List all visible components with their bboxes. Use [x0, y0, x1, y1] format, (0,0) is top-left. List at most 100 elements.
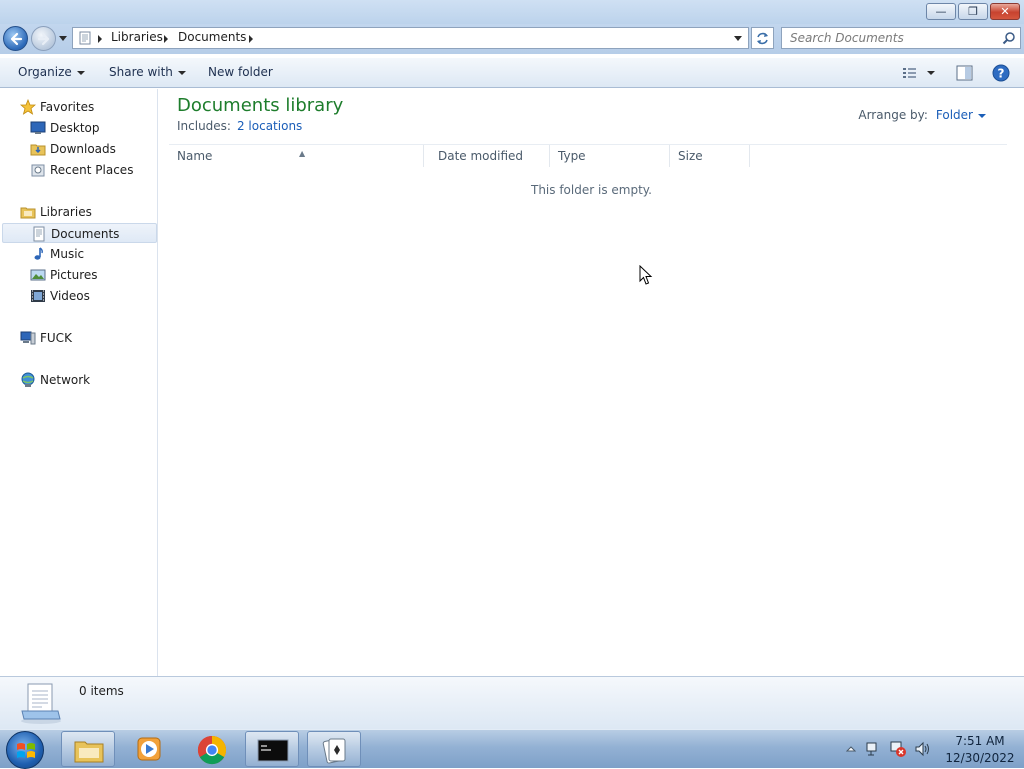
- nav-network-label: Network: [40, 373, 91, 387]
- organize-button[interactable]: Organize: [18, 65, 85, 79]
- locations-link[interactable]: 2 locations: [237, 119, 302, 133]
- breadcrumb-separator-icon[interactable]: [164, 35, 168, 43]
- recent-pages-dropdown-icon[interactable]: [58, 33, 68, 43]
- clock-time[interactable]: 7:51 AM: [940, 734, 1020, 748]
- nav-pictures[interactable]: Pictures: [30, 265, 150, 285]
- forward-arrow-icon: [37, 32, 50, 46]
- nav-documents[interactable]: Documents: [2, 223, 157, 243]
- view-options-dropdown-icon[interactable]: [927, 71, 935, 75]
- column-type-label: Type: [558, 149, 586, 163]
- nav-pictures-label: Pictures: [50, 268, 98, 282]
- breadcrumb-libraries[interactable]: Libraries: [111, 30, 163, 44]
- nav-music[interactable]: Music: [30, 244, 150, 264]
- search-icon[interactable]: [1002, 31, 1016, 45]
- file-list-pane[interactable]: Documents library Includes: 2 locations A…: [159, 89, 1024, 676]
- forward-button[interactable]: [31, 26, 56, 51]
- restore-button[interactable]: ❐: [958, 3, 988, 20]
- nav-music-label: Music: [50, 247, 85, 261]
- column-type[interactable]: Type: [550, 145, 670, 167]
- document-library-icon: [79, 31, 91, 45]
- back-button[interactable]: [3, 26, 28, 51]
- chevron-down-icon: [76, 70, 85, 75]
- column-date-modified-label: Date modified: [438, 149, 524, 163]
- includes-label: Includes:: [177, 119, 231, 133]
- chrome-icon: [197, 735, 227, 765]
- nav-documents-label: Documents: [51, 227, 120, 241]
- minimize-icon: —: [935, 5, 947, 18]
- address-dropdown-icon[interactable]: [734, 36, 742, 41]
- clock-date[interactable]: 12/30/2022: [940, 751, 1020, 765]
- nav-libraries[interactable]: Libraries: [20, 202, 150, 222]
- pictures-icon: [30, 269, 46, 281]
- address-bar[interactable]: Libraries Documents: [72, 27, 749, 49]
- navigation-bar: Libraries Documents Search Documents: [0, 24, 1024, 54]
- nav-videos[interactable]: Videos: [30, 286, 150, 306]
- network-disconnected-icon[interactable]: [889, 741, 907, 758]
- column-name[interactable]: Name ▲: [169, 145, 424, 167]
- empty-folder-message: This folder is empty.: [531, 183, 652, 197]
- breadcrumb-separator-icon[interactable]: [249, 35, 253, 43]
- nav-downloads[interactable]: Downloads: [30, 139, 150, 159]
- desktop-icon: [30, 121, 46, 134]
- recent-places-icon: [31, 164, 45, 177]
- libraries-icon: [20, 207, 36, 219]
- command-toolbar: Organize Share with New folder ?: [0, 57, 1024, 88]
- downloads-folder-icon: [30, 144, 46, 156]
- volume-icon[interactable]: [914, 741, 932, 757]
- minimize-button[interactable]: —: [926, 3, 956, 20]
- taskbar-explorer[interactable]: [61, 731, 115, 767]
- nav-downloads-label: Downloads: [50, 142, 116, 156]
- show-hidden-icons-icon[interactable]: [846, 744, 856, 754]
- folder-explorer-icon: [74, 741, 104, 763]
- action-center-icon[interactable]: [865, 741, 883, 757]
- close-button[interactable]: ✕: [990, 3, 1020, 20]
- preview-pane-icon[interactable]: [956, 65, 973, 81]
- share-with-label: Share with: [109, 65, 173, 79]
- nav-network[interactable]: Network: [20, 370, 150, 390]
- column-size[interactable]: Size: [670, 145, 750, 167]
- nav-desktop-label: Desktop: [50, 121, 100, 135]
- nav-libraries-label: Libraries: [40, 205, 92, 219]
- change-view-icon[interactable]: [902, 66, 918, 80]
- music-icon: [34, 247, 43, 260]
- nav-videos-label: Videos: [50, 289, 90, 303]
- start-button[interactable]: [6, 731, 44, 769]
- arrange-by-label: Arrange by:: [858, 108, 928, 122]
- taskbar-solitaire[interactable]: [307, 731, 361, 767]
- column-date-modified[interactable]: Date modified: [430, 145, 550, 167]
- videos-icon: [31, 290, 45, 302]
- chevron-down-icon[interactable]: [978, 113, 986, 118]
- nav-recent-places[interactable]: Recent Places: [30, 160, 150, 180]
- breadcrumb-documents[interactable]: Documents: [178, 30, 246, 44]
- taskbar: 7:51 AM 12/30/2022: [0, 729, 1024, 769]
- breadcrumb-separator-icon[interactable]: [98, 35, 102, 43]
- windows-logo-icon: [17, 743, 35, 758]
- taskbar-chrome[interactable]: [185, 731, 239, 767]
- star-icon: [20, 99, 36, 115]
- taskbar-media-player[interactable]: [123, 731, 177, 767]
- network-icon: [21, 372, 35, 387]
- organize-label: Organize: [18, 65, 72, 79]
- nav-computer[interactable]: FUCK: [20, 328, 150, 348]
- close-icon: ✕: [1000, 5, 1010, 18]
- taskbar-command-prompt[interactable]: [245, 731, 299, 767]
- share-with-button[interactable]: Share with: [109, 65, 186, 79]
- nav-favorites[interactable]: Favorites: [20, 97, 150, 117]
- search-input[interactable]: Search Documents: [781, 27, 1021, 49]
- arrange-by-dropdown[interactable]: Folder: [936, 108, 973, 122]
- new-folder-button[interactable]: New folder: [208, 65, 273, 79]
- solitaire-cards-icon: [322, 738, 346, 764]
- restore-icon: ❐: [968, 5, 978, 18]
- library-title: Documents library: [177, 95, 344, 116]
- media-player-icon: [137, 737, 161, 761]
- column-headers: Name ▲ Date modified Type Size: [169, 144, 1007, 167]
- title-bar: — ❐ ✕: [0, 0, 1024, 24]
- refresh-button[interactable]: [751, 27, 774, 49]
- help-icon[interactable]: ?: [992, 64, 1010, 82]
- system-tray: 7:51 AM 12/30/2022: [840, 730, 1024, 769]
- search-placeholder: Search Documents: [790, 31, 904, 45]
- nav-desktop[interactable]: Desktop: [30, 118, 150, 138]
- new-folder-label: New folder: [208, 65, 273, 79]
- sort-ascending-icon: ▲: [299, 149, 306, 158]
- back-arrow-icon: [10, 32, 23, 46]
